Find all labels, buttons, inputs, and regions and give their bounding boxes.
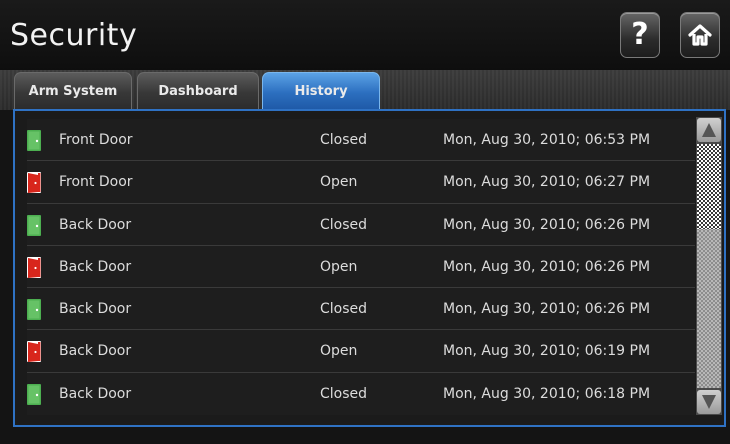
door-closed-icon — [27, 214, 41, 236]
home-icon — [688, 24, 712, 46]
event-timestamp: Mon, Aug 30, 2010; 06:53 PM — [443, 132, 651, 148]
tab-dashboard[interactable]: Dashboard — [137, 72, 259, 109]
help-icon: ? — [631, 17, 649, 52]
door-name: Back Door — [59, 258, 132, 275]
scrollbar-thumb[interactable] — [697, 144, 721, 229]
event-timestamp: Mon, Aug 30, 2010; 06:26 PM — [443, 216, 651, 233]
history-row[interactable]: Back Door Closed Mon, Aug 30, 2010; 06:2… — [27, 203, 695, 246]
door-state: Closed — [320, 132, 368, 148]
help-button[interactable]: ? — [620, 12, 660, 58]
door-name: Back Door — [59, 301, 132, 318]
history-row[interactable]: Back Door Open Mon, Aug 30, 2010; 06:26 … — [27, 245, 695, 289]
door-name: Back Door — [59, 216, 132, 233]
tab-arm-system[interactable]: Arm System — [14, 72, 132, 109]
door-open-icon — [27, 256, 41, 278]
history-row[interactable]: Front Door Open Mon, Aug 30, 2010; 06:27… — [27, 161, 695, 204]
door-open-icon — [27, 341, 41, 363]
title-bar: Security ? — [0, 0, 730, 72]
scroll-up-button[interactable] — [697, 118, 721, 142]
door-state: Closed — [320, 385, 368, 402]
door-name: Back Door — [59, 385, 132, 402]
event-timestamp: Mon, Aug 30, 2010; 06:27 PM — [443, 174, 651, 191]
history-row[interactable]: Back Door Closed Mon, Aug 30, 2010; 06:1… — [27, 372, 695, 415]
door-name: Back Door — [59, 343, 132, 360]
door-state: Open — [320, 258, 358, 275]
vertical-scrollbar[interactable] — [696, 117, 722, 415]
door-name: Front Door — [59, 174, 133, 191]
event-timestamp: Mon, Aug 30, 2010; 06:18 PM — [443, 385, 651, 402]
tab-bar: Arm System Dashboard History — [0, 70, 730, 110]
page-title: Security — [10, 18, 138, 53]
door-closed-icon — [27, 299, 41, 321]
door-state: Closed — [320, 216, 368, 233]
scroll-up-arrow-icon — [702, 123, 716, 137]
door-name: Front Door — [59, 132, 133, 148]
door-state: Closed — [320, 301, 368, 318]
scroll-down-arrow-icon — [702, 395, 716, 409]
history-row[interactable]: Back Door Open Mon, Aug 30, 2010; 06:19 … — [27, 330, 695, 373]
door-state: Open — [320, 343, 358, 360]
event-timestamp: Mon, Aug 30, 2010; 06:26 PM — [443, 301, 651, 318]
scroll-down-button[interactable] — [697, 390, 721, 414]
home-button[interactable] — [680, 12, 720, 58]
history-panel: Front Door Closed Mon, Aug 30, 2010; 06:… — [13, 109, 726, 427]
door-closed-icon — [27, 130, 41, 151]
history-list[interactable]: Front Door Closed Mon, Aug 30, 2010; 06:… — [27, 119, 695, 415]
tab-history[interactable]: History — [262, 72, 380, 109]
event-timestamp: Mon, Aug 30, 2010; 06:26 PM — [443, 258, 651, 275]
door-closed-icon — [27, 383, 41, 405]
history-row[interactable]: Back Door Closed Mon, Aug 30, 2010; 06:2… — [27, 288, 695, 331]
door-state: Open — [320, 174, 358, 191]
event-timestamp: Mon, Aug 30, 2010; 06:19 PM — [443, 343, 651, 360]
history-row[interactable]: Front Door Closed Mon, Aug 30, 2010; 06:… — [27, 119, 695, 162]
door-open-icon — [27, 172, 41, 194]
